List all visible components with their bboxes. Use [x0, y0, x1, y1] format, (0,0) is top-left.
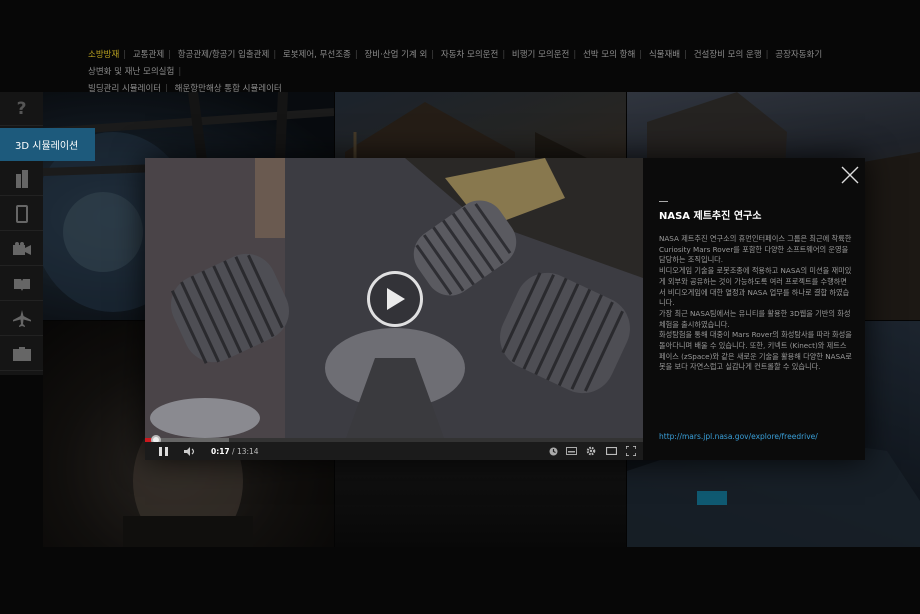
nav-item-robot-control[interactable]: 로봇제어, 무선조종 — [283, 50, 351, 60]
panel-description: NASA 제트추진 연구소의 휴먼인터페이스 그룹은 최근에 착륙한 Curio… — [659, 234, 852, 372]
theater-icon — [605, 447, 617, 455]
nav-item-equipment[interactable]: 장비·산업 기계 외 — [364, 50, 427, 60]
pause-button[interactable] — [157, 442, 169, 460]
captions-icon — [565, 447, 577, 455]
nav-item-flight[interactable]: 비행기 모의운전 — [512, 50, 569, 60]
panel-title: NASA 제트추진 연구소 — [659, 211, 762, 222]
video-controls: 0:17 / 13:14 — [145, 442, 643, 460]
nav-item-air-traffic[interactable]: 항공관제/항공기 입출관제 — [178, 50, 270, 60]
top-navigation: 소방방재 | 교통관제 | 항공관제/항공기 입출관제 | 로봇제어, 무선조종 | 장… — [88, 50, 823, 94]
volume-button[interactable] — [183, 442, 197, 460]
current-time: 0:17 — [211, 446, 230, 456]
fullscreen-button[interactable] — [621, 442, 641, 460]
book-icon — [13, 278, 30, 291]
help-icon: ? — [16, 98, 27, 119]
sidebar-item-label: 3D 시뮬레이션 — [15, 141, 79, 152]
clock-icon — [549, 447, 557, 455]
gear-icon — [586, 446, 596, 456]
nav-item-construction[interactable]: 건설장비 모의 운행 — [694, 50, 762, 60]
video-modal: 0:17 / 13:14 NASA 제트추진 연구소 NASA 제트추진 연구소… — [145, 158, 865, 460]
sidebar-item-tablet[interactable] — [0, 197, 43, 231]
title-dash — [659, 201, 668, 202]
captions-button[interactable] — [561, 442, 581, 460]
duration: 13:14 — [236, 446, 259, 456]
pause-icon — [158, 446, 168, 456]
nav-item-traffic-control[interactable]: 교통관제 — [133, 50, 164, 60]
airplane-icon — [12, 309, 31, 327]
video-time: 0:17 / 13:14 — [211, 446, 259, 456]
nav-item-plant[interactable]: 식물재배 — [649, 50, 680, 60]
play-button[interactable] — [367, 271, 423, 327]
help-button[interactable]: ? — [0, 92, 43, 126]
sidebar-item-building[interactable] — [0, 162, 43, 196]
nav-item-ship[interactable]: 선박 모의 항해 — [583, 50, 635, 60]
building-icon — [15, 169, 28, 188]
sidebar-item-book[interactable] — [0, 267, 43, 301]
info-panel: NASA 제트추진 연구소 NASA 제트추진 연구소의 휴먼인터페이스 그룹은… — [643, 158, 865, 460]
nav-item-fire-disaster[interactable]: 소방방재 — [88, 50, 119, 60]
sidebar-item-airplane[interactable] — [0, 302, 43, 336]
play-icon — [387, 288, 405, 310]
tablet-icon — [15, 204, 28, 223]
external-link[interactable]: http://mars.jpl.nasa.gov/explore/freedri… — [659, 432, 818, 441]
video-player[interactable]: 0:17 / 13:14 — [145, 158, 643, 460]
sidebar-item-3d-simulation[interactable]: 3D 시뮬레이션 — [0, 128, 95, 161]
watch-later-button[interactable] — [545, 442, 561, 460]
nav-item-car-driving[interactable]: 자동차 모의운전 — [441, 50, 498, 60]
fullscreen-icon — [626, 446, 636, 456]
theater-mode-button[interactable] — [601, 442, 621, 460]
settings-button[interactable] — [581, 442, 601, 460]
sidebar-item-box[interactable] — [0, 337, 43, 371]
volume-icon — [183, 446, 194, 456]
close-icon — [841, 166, 859, 184]
sidebar-item-camera[interactable] — [0, 232, 43, 266]
close-button[interactable] — [841, 166, 859, 184]
camera-icon — [12, 241, 31, 255]
box-icon — [12, 346, 31, 361]
